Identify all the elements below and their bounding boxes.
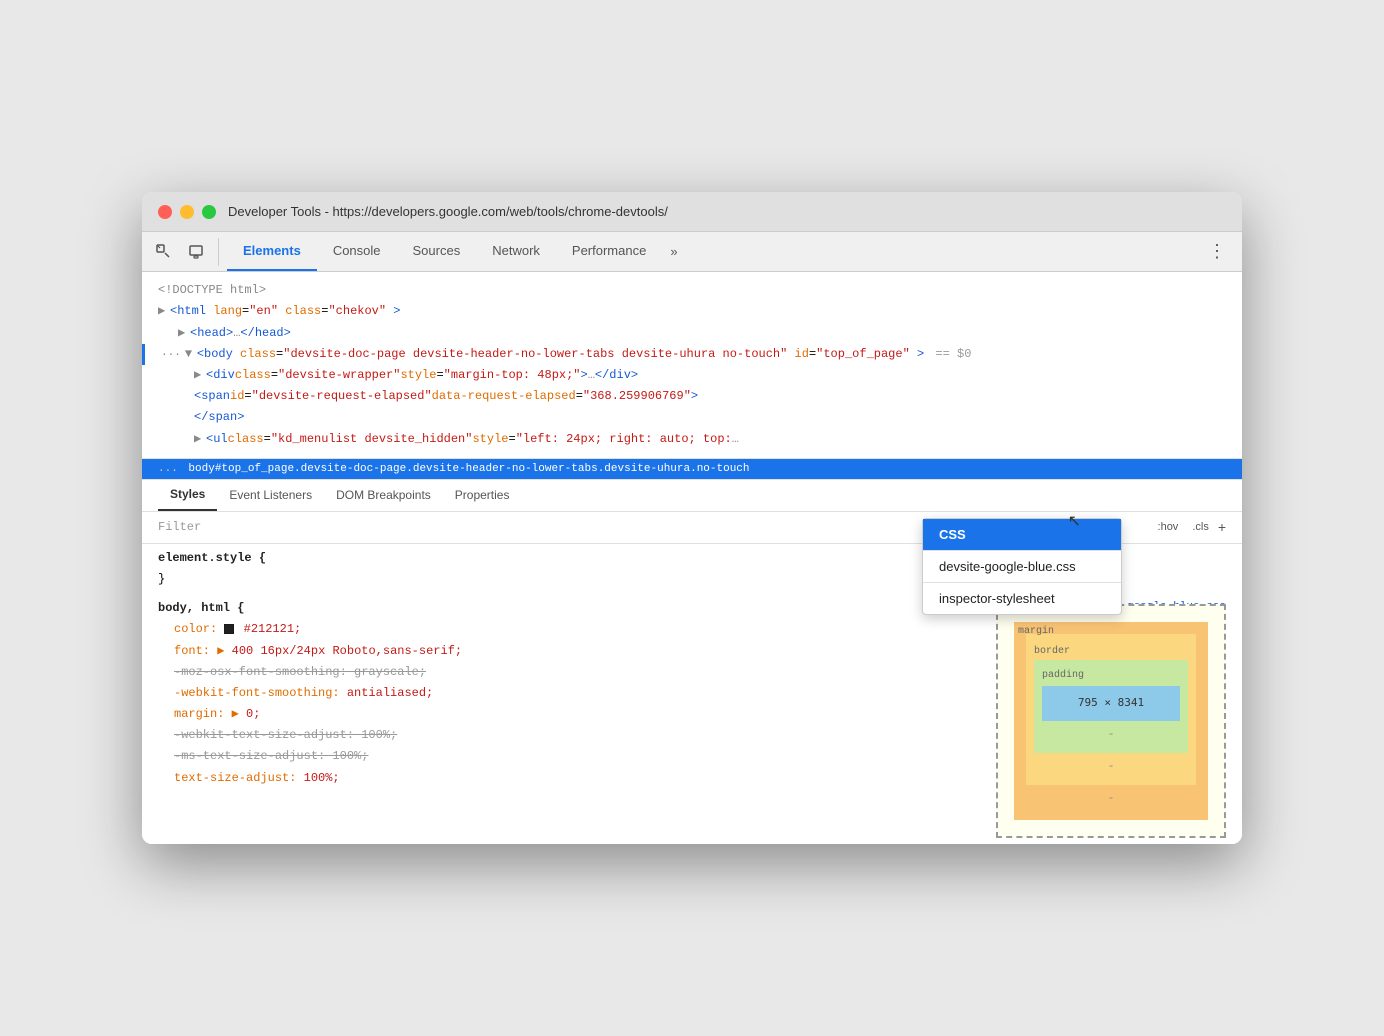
- dropdown-item-devsite[interactable]: devsite-google-blue.css: [923, 551, 1121, 583]
- close-button[interactable]: [158, 205, 172, 219]
- styles-panel: Styles Event Listeners DOM Breakpoints P…: [142, 479, 1242, 844]
- devtools-icons: [150, 238, 219, 266]
- device-toolbar-icon[interactable]: [182, 238, 210, 266]
- dom-line-body[interactable]: ... ▼ <body class="devsite-doc-page devs…: [142, 344, 1242, 365]
- dom-line-ul-menulist[interactable]: ▶ <ul class="kd_menulist devsite_hidden"…: [142, 429, 1242, 450]
- dom-line-html[interactable]: ▶ <html lang="en" class="chekov" >: [142, 301, 1242, 322]
- box-model-panel: margin border padding 795 × 8341 -: [996, 604, 1226, 838]
- dom-line-head[interactable]: ▶ <head> … </head>: [142, 323, 1242, 344]
- add-style-button[interactable]: +: [1218, 519, 1226, 535]
- dom-tree: <!DOCTYPE html> ▶ <html lang="en" class=…: [142, 272, 1242, 459]
- dom-line-div-wrapper[interactable]: ▶ <div class="devsite-wrapper" style="ma…: [142, 365, 1242, 386]
- filter-buttons: :hov .cls +: [1153, 518, 1226, 536]
- filter-bar: Filter :hov .cls + ↖ CSS devsite-google-…: [142, 512, 1242, 544]
- maximize-button[interactable]: [202, 205, 216, 219]
- main-content: <!DOCTYPE html> ▶ <html lang="en" class=…: [142, 272, 1242, 844]
- filter-label: Filter: [158, 520, 201, 534]
- styles-tabs-bar: Styles Event Listeners DOM Breakpoints P…: [142, 480, 1242, 512]
- dom-line-span-close[interactable]: </span>: [142, 407, 1242, 428]
- tabs-container: Elements Console Sources Network Perform…: [227, 232, 686, 271]
- inspect-element-icon[interactable]: [150, 238, 178, 266]
- dom-line-span-elapsed[interactable]: <span id="devsite-request-elapsed" data-…: [142, 386, 1242, 407]
- color-swatch[interactable]: [224, 624, 234, 634]
- margin-expand-arrow[interactable]: ▶: [232, 707, 239, 721]
- devtools-window: Developer Tools - https://developers.goo…: [142, 192, 1242, 844]
- dom-line-doctype[interactable]: <!DOCTYPE html>: [142, 280, 1242, 301]
- box-model-border: border padding 795 × 8341 -: [1026, 634, 1196, 785]
- traffic-lights: [158, 205, 216, 219]
- box-model-outer: margin border padding 795 × 8341 -: [996, 604, 1226, 838]
- dropdown-item-inspector[interactable]: inspector-stylesheet: [923, 583, 1121, 614]
- window-title: Developer Tools - https://developers.goo…: [228, 204, 668, 219]
- tab-properties[interactable]: Properties: [443, 480, 522, 511]
- tab-console[interactable]: Console: [317, 232, 397, 271]
- tab-elements[interactable]: Elements: [227, 232, 317, 271]
- cls-button[interactable]: .cls: [1187, 518, 1214, 536]
- tab-sources[interactable]: Sources: [397, 232, 477, 271]
- cursor-arrow-icon: ↖: [1068, 511, 1081, 531]
- tab-styles[interactable]: Styles: [158, 480, 217, 511]
- more-tabs-button[interactable]: »: [662, 244, 685, 259]
- minimize-button[interactable]: [180, 205, 194, 219]
- title-bar: Developer Tools - https://developers.goo…: [142, 192, 1242, 232]
- tab-performance[interactable]: Performance: [556, 232, 662, 271]
- tab-event-listeners[interactable]: Event Listeners: [217, 480, 324, 511]
- tab-network[interactable]: Network: [476, 232, 556, 271]
- dropdown-item-css[interactable]: CSS: [923, 519, 1121, 551]
- font-expand-arrow[interactable]: ▶: [217, 644, 224, 658]
- devtools-menu-button[interactable]: ⋮: [1200, 241, 1234, 262]
- tab-dom-breakpoints[interactable]: DOM Breakpoints: [324, 480, 443, 511]
- hov-button[interactable]: :hov: [1153, 518, 1184, 536]
- box-model-padding: padding 795 × 8341 -: [1034, 660, 1188, 753]
- tab-bar: Elements Console Sources Network Perform…: [142, 232, 1242, 272]
- box-model-margin: margin border padding 795 × 8341 -: [1014, 622, 1208, 820]
- box-model-content: 795 × 8341: [1042, 686, 1180, 722]
- breadcrumb-bar: ... body#top_of_page.devsite-doc-page.de…: [142, 459, 1242, 479]
- css-source-dropdown: ↖ CSS devsite-google-blue.css inspector-…: [922, 518, 1122, 615]
